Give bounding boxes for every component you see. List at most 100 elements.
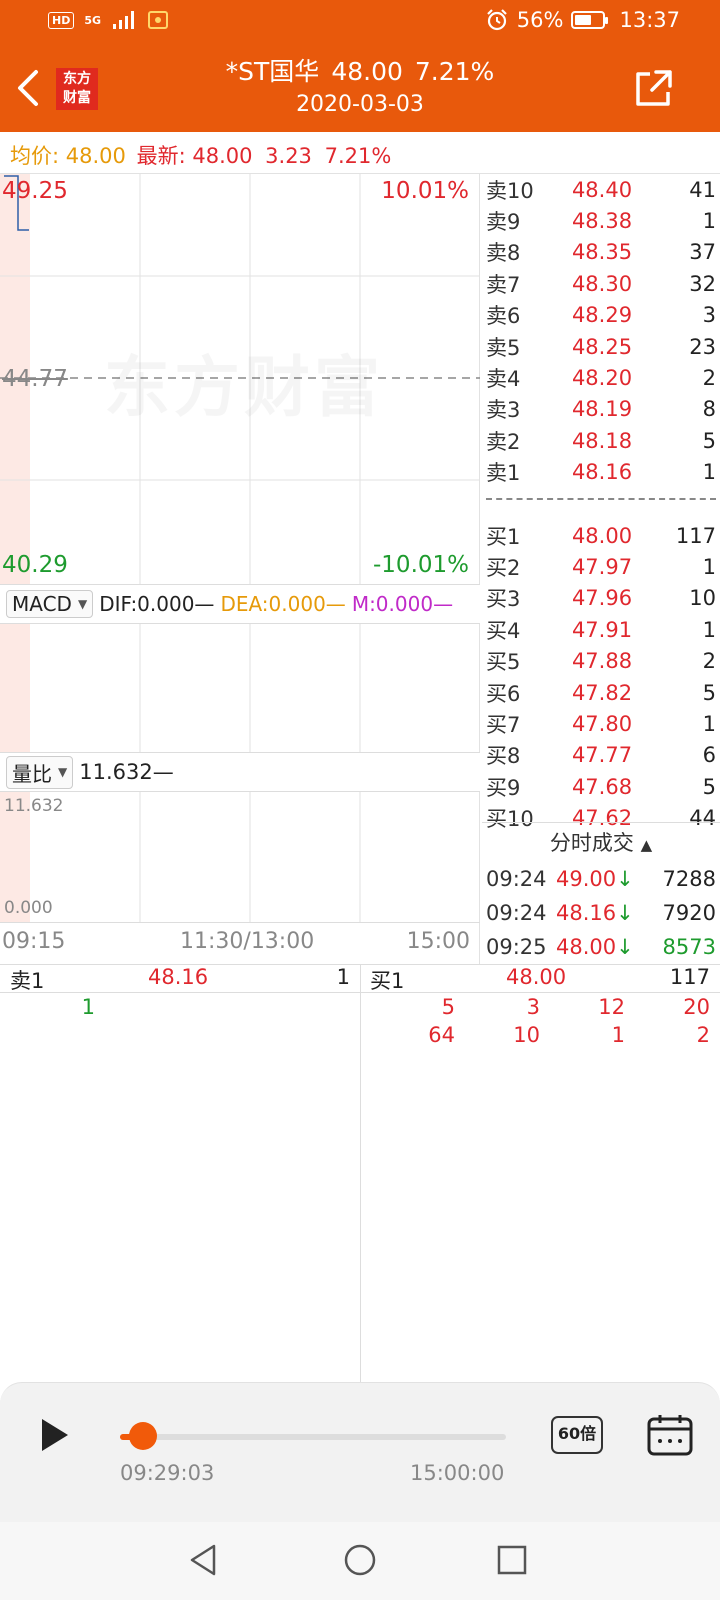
avg-price-label: 均价: — [10, 144, 60, 168]
latest-change: 3.23 — [265, 144, 312, 168]
order-book: 卖10 48.40 41 卖9 48.38 1 卖8 48.35 37 卖7 48.30 32 … — [482, 174, 720, 834]
ask-levels: 卖10 48.40 41 卖9 48.38 1 卖8 48.35 37 卖7 48.30 32 … — [482, 174, 720, 488]
nav-back-icon[interactable] — [186, 1542, 222, 1578]
ask-row[interactable]: 卖6 48.29 3 — [482, 300, 720, 331]
bid-row[interactable]: 买9 47.68 5 — [482, 771, 720, 802]
play-icon[interactable] — [34, 1413, 74, 1457]
latest-change-pct: 7.21% — [324, 144, 392, 168]
bid-volume: 6 — [702, 743, 716, 768]
ask-row[interactable]: 卖9 48.38 1 — [482, 205, 720, 236]
caret-down-icon: ▼ — [77, 597, 88, 611]
queue-order: 1 — [81, 995, 95, 1019]
sell-queue-header: 卖1 48.16 1 — [0, 965, 360, 993]
nav-recents-icon[interactable] — [494, 1542, 530, 1578]
ask-label: 卖4 — [486, 367, 521, 392]
queue-order: 10 — [513, 1023, 540, 1047]
time-axis-start: 09:15 — [2, 929, 66, 954]
replay-date: 2020-03-03 — [296, 92, 424, 117]
ask-row[interactable]: 卖3 48.19 8 — [482, 394, 720, 425]
time-axis-mid: 11:30/13:00 — [180, 929, 315, 954]
bid-price: 47.80 — [571, 711, 633, 736]
network-type: 5G — [84, 13, 102, 27]
queue-order: 12 — [598, 995, 625, 1019]
bid-row[interactable]: 买6 47.82 5 — [482, 677, 720, 708]
queue-order: 64 — [428, 1023, 455, 1047]
bid-price: 47.77 — [571, 743, 633, 768]
ask-volume: 8 — [702, 397, 716, 422]
tick-trades-toggle[interactable]: 分时成交 ▲ — [482, 822, 720, 862]
bid-label: 买1 — [486, 524, 521, 549]
macd-selector[interactable]: MACD ▼ — [6, 590, 94, 618]
calendar-icon[interactable] — [646, 1413, 694, 1457]
battery-icon — [571, 11, 609, 29]
tick-time: 09:25 — [486, 935, 547, 959]
latest-price-label: 最新: — [136, 144, 186, 168]
tick-time: 09:24 — [486, 867, 547, 891]
bid-price: 47.97 — [571, 554, 633, 579]
bid-label: 买7 — [486, 712, 521, 737]
playback-speed-button[interactable]: 60倍 — [551, 1416, 603, 1454]
bid-price: 47.96 — [571, 586, 633, 611]
tick-price: 48.16 — [556, 901, 617, 925]
sell-queue-orders: 1 — [0, 993, 360, 1023]
bid-row[interactable]: 买4 47.91 1 — [482, 614, 720, 645]
clock: 13:37 — [619, 8, 680, 32]
buy-queue: 买1 48.00 117 5 3 12 20 64 10 1 2 — [360, 965, 720, 1385]
alarm-icon — [487, 9, 507, 31]
tick-volume: 8573 — [662, 935, 716, 959]
nav-home-icon[interactable] — [342, 1542, 378, 1578]
tick-volume: 7920 — [662, 901, 716, 925]
macd-indicator-row: MACD ▼ DIF:0.000— DEA:0.000— M:0.000— — [0, 584, 480, 624]
bid-row[interactable]: 买8 47.77 6 — [482, 740, 720, 771]
price-info-row: 均价: 48.00 最新: 48.00 3.23 7.21% — [0, 132, 720, 174]
ask-label: 卖8 — [486, 241, 521, 266]
ask-row[interactable]: 卖8 48.35 37 — [482, 237, 720, 268]
buy-queue-price: 48.00 — [506, 965, 567, 989]
ask-volume: 37 — [689, 240, 716, 265]
stock-title: *ST国华 48.00 7.21% — [0, 52, 720, 88]
bid-row[interactable]: 买3 47.96 10 — [482, 583, 720, 614]
bid-row[interactable]: 买1 48.00 117 — [482, 520, 720, 551]
ask-row[interactable]: 卖2 48.18 5 — [482, 425, 720, 456]
ask-label: 卖2 — [486, 429, 521, 454]
macd-dea: DEA:0.000— — [220, 592, 346, 616]
bid-levels: 买1 48.00 117 买2 47.97 1 买3 47.96 10 买4 47.91 1 买… — [482, 520, 720, 834]
ask-row[interactable]: 卖10 48.40 41 — [482, 174, 720, 205]
sell-queue-volume: 1 — [336, 965, 350, 989]
ask-row[interactable]: 卖1 48.16 1 — [482, 457, 720, 488]
app-header: 东方 财富 *ST国华 48.00 7.21% 2020-03-03 — [0, 46, 720, 132]
ask-volume: 32 — [689, 271, 716, 296]
time-axis-end: 15:00 — [406, 929, 470, 954]
sell-queue-label: 卖1 — [10, 969, 45, 993]
battery-percent: 56% — [516, 8, 564, 32]
down-arrow-icon: ↓ — [616, 935, 634, 959]
sell-queue-price: 48.16 — [148, 965, 209, 989]
volume-ratio-selector[interactable]: 量比 ▼ — [6, 755, 74, 789]
ask-label: 卖3 — [486, 398, 521, 423]
ask-row[interactable]: 卖4 48.20 2 — [482, 362, 720, 393]
queue-order: 1 — [611, 1023, 625, 1047]
ask-label: 卖7 — [486, 272, 521, 297]
ask-row[interactable]: 卖7 48.30 32 — [482, 268, 720, 299]
caret-down-icon: ▼ — [58, 765, 68, 779]
ask-price: 48.16 — [571, 460, 633, 485]
queue-order: 2 — [696, 1023, 710, 1047]
bid-price: 48.00 — [571, 523, 633, 548]
bid-volume: 10 — [689, 586, 716, 611]
ask-volume: 1 — [702, 209, 716, 234]
bid-row[interactable]: 买2 47.97 1 — [482, 551, 720, 582]
tick-trades-list: 09:24 49.00↓ 7288 09:24 48.16↓ 7920 09:2… — [482, 862, 720, 964]
system-nav-bar — [0, 1522, 720, 1600]
bid-label: 买4 — [486, 618, 521, 643]
bid-label: 买3 — [486, 587, 521, 612]
bid-row[interactable]: 买7 47.80 1 — [482, 708, 720, 739]
ask-row[interactable]: 卖5 48.25 23 — [482, 331, 720, 362]
ask-price: 48.35 — [571, 240, 633, 265]
buy-queue-orders: 5 3 12 20 64 10 1 2 — [360, 993, 720, 1051]
playback-progress-handle[interactable] — [129, 1422, 158, 1450]
intraday-chart[interactable]: 东方财富 49.25 10.01% 44.77 40.29 -10.01% MA… — [0, 174, 480, 964]
share-icon[interactable] — [632, 68, 674, 110]
y-axis-mid: 44.77 — [2, 366, 68, 392]
playback-progress-track[interactable] — [120, 1434, 506, 1440]
bid-row[interactable]: 买5 47.88 2 — [482, 645, 720, 676]
